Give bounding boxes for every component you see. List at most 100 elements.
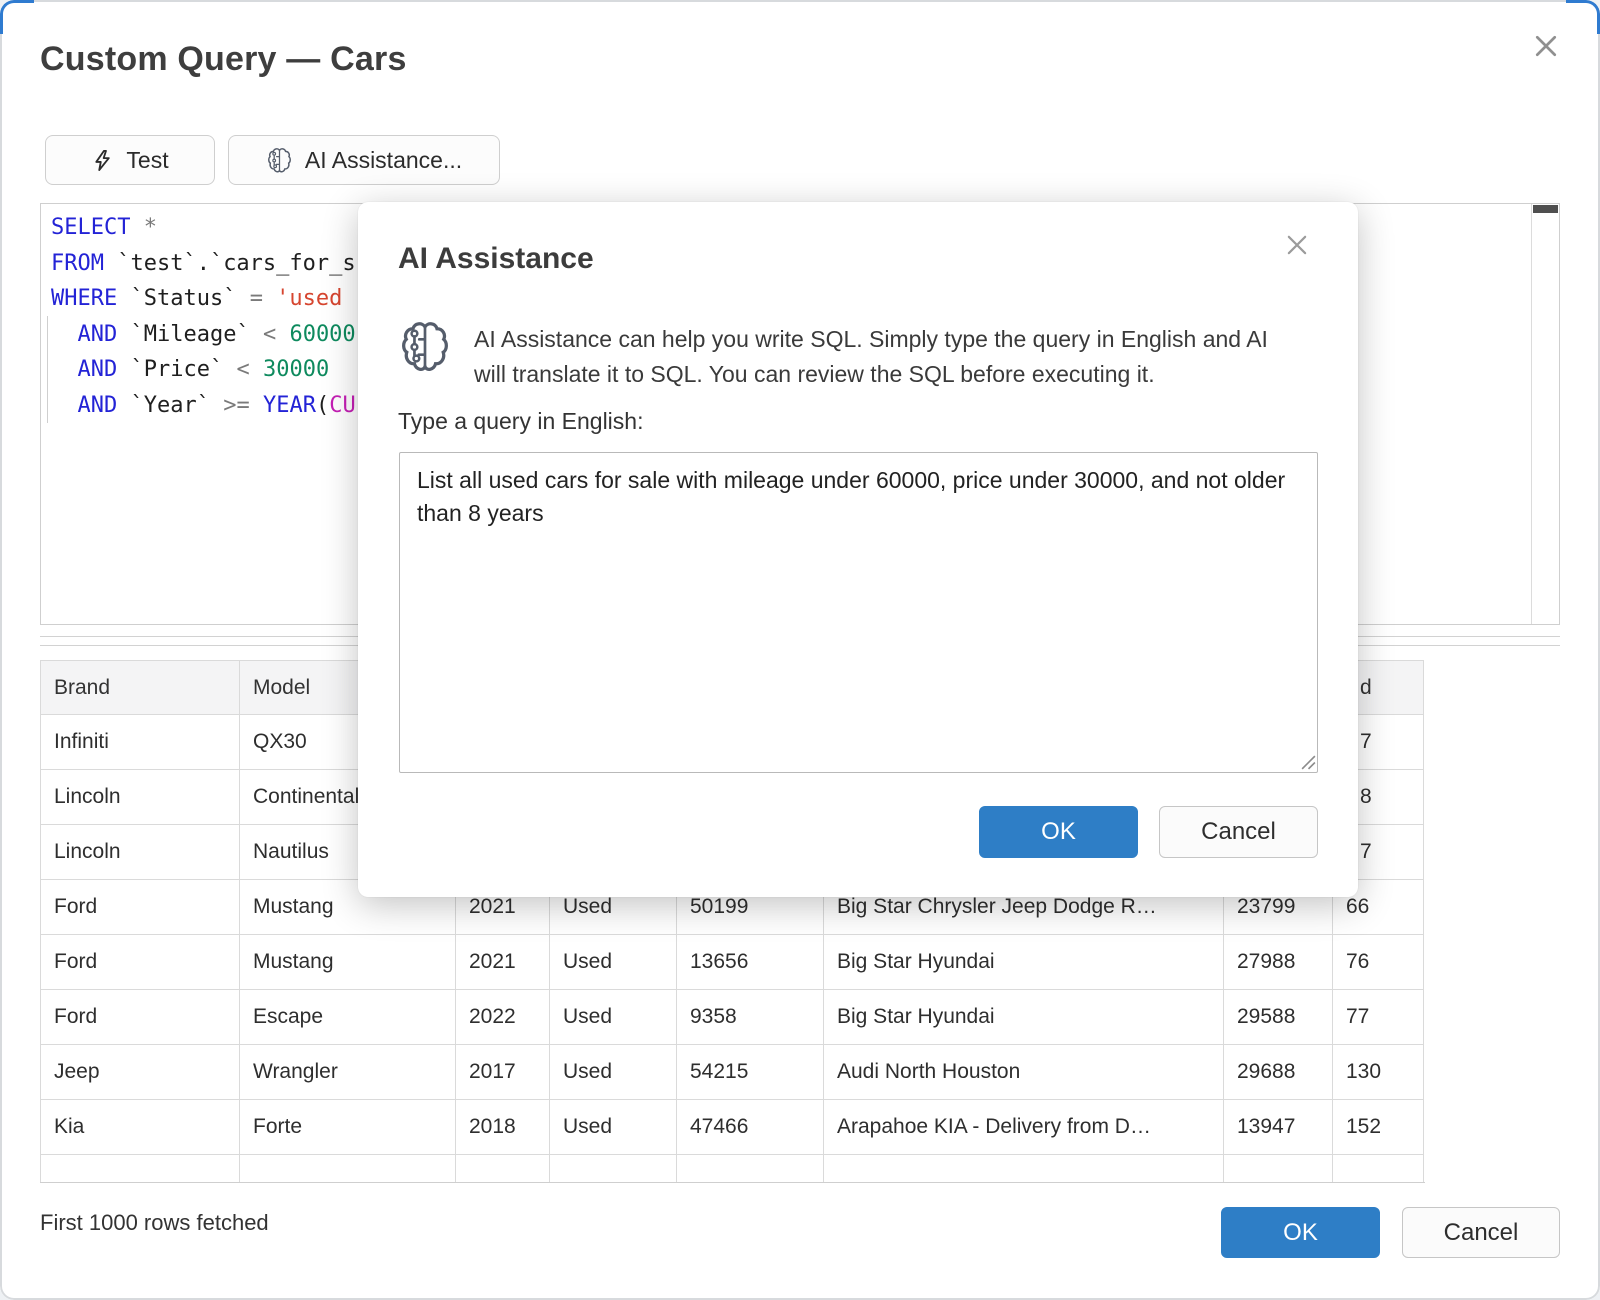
sql-token: FROM [51, 251, 104, 276]
table-cell: Escape [240, 990, 456, 1045]
sql-token: YEAR [250, 393, 316, 418]
table-cell: 9358 [677, 990, 824, 1045]
sql-line: AND `Mileage` < 60000 [51, 317, 356, 353]
brain-icon [402, 320, 448, 374]
dialog-cancel-button[interactable]: Cancel [1402, 1207, 1560, 1258]
dialog-close-button[interactable] [1532, 32, 1560, 60]
table-cell: 152 [1333, 1100, 1424, 1155]
table-cell: 77 [1333, 990, 1424, 1045]
table-cell [41, 1155, 240, 1184]
editor-scrollbar[interactable] [1531, 204, 1559, 624]
ai-assistance-button[interactable]: AI Assistance... [228, 135, 500, 185]
sql-token: 60000 [276, 322, 355, 347]
page-title: Custom Query — Cars [40, 40, 407, 79]
sql-token [51, 393, 78, 418]
table-row: FordEscape2022Used9358Big Star Hyundai29… [41, 990, 1424, 1045]
table-cell: Forte [240, 1100, 456, 1155]
brain-icon [266, 147, 293, 174]
table-row: FordMustang2021Used13656Big Star Hyundai… [41, 935, 1424, 990]
column-header[interactable]: Brand [41, 661, 240, 715]
modal-description-row: AI Assistance can help you write SQL. Si… [402, 320, 1306, 392]
table-row [41, 1155, 1424, 1184]
sql-token: < [236, 357, 249, 382]
ai-assistance-button-label: AI Assistance... [305, 147, 462, 174]
modal-ok-button[interactable]: OK [979, 806, 1138, 858]
table-cell [1224, 1155, 1333, 1184]
sql-token: `Status` [117, 286, 249, 311]
custom-query-dialog: Custom Query — Cars Test AI Assistance..… [0, 0, 1600, 1300]
sql-token: 30000 [250, 357, 329, 382]
status-text: First 1000 rows fetched [40, 1210, 269, 1236]
dialog-corner-accent-left [0, 0, 34, 34]
dialog-ok-button[interactable]: OK [1221, 1207, 1380, 1258]
dialog-corner-accent-right [1566, 0, 1600, 34]
table-cell: Used [550, 1100, 677, 1155]
modal-cancel-button[interactable]: Cancel [1159, 806, 1318, 858]
table-row: KiaForte2018Used47466Arapahoe KIA - Deli… [41, 1100, 1424, 1155]
sql-line: AND `Year` >= YEAR(CU [51, 388, 356, 424]
table-cell [824, 1155, 1224, 1184]
table-cell: 47466 [677, 1100, 824, 1155]
sql-token: SELECT [51, 215, 130, 240]
table-row: JeepWrangler2017Used54215Audi North Hous… [41, 1045, 1424, 1100]
table-cell: Jeep [41, 1045, 240, 1100]
table-cell [677, 1155, 824, 1184]
table-cell: Ford [41, 935, 240, 990]
sql-line: SELECT * [51, 210, 356, 246]
table-cell: Big Star Hyundai [824, 935, 1224, 990]
close-icon [1284, 232, 1310, 258]
table-cell: 13656 [677, 935, 824, 990]
query-input-label: Type a query in English: [398, 408, 643, 435]
indent-guide [47, 316, 48, 423]
table-cell [1333, 1155, 1424, 1184]
sql-token [51, 322, 78, 347]
table-cell: Ford [41, 990, 240, 1045]
table-cell: Ford [41, 880, 240, 935]
test-button-label: Test [126, 147, 168, 174]
query-input[interactable] [399, 452, 1318, 773]
modal-description: AI Assistance can help you write SQL. Si… [474, 322, 1306, 392]
table-cell: 2018 [456, 1100, 550, 1155]
sql-token: < [263, 322, 276, 347]
scrollbar-thumb[interactable] [1533, 205, 1558, 213]
table-cell: Audi North Houston [824, 1045, 1224, 1100]
modal-title: AI Assistance [398, 242, 594, 276]
table-cell: Used [550, 990, 677, 1045]
sql-token: AND [78, 357, 118, 382]
table-cell [550, 1155, 677, 1184]
table-cell: 27988 [1224, 935, 1333, 990]
table-cell [456, 1155, 550, 1184]
table-cell: Big Star Hyundai [824, 990, 1224, 1045]
table-cell: 2017 [456, 1045, 550, 1100]
sql-code: SELECT *FROM `test`.`cars_for_sWHERE `St… [51, 210, 356, 423]
sql-token: CU [329, 393, 356, 418]
sql-line: FROM `test`.`cars_for_s [51, 246, 356, 282]
table-cell: 54215 [677, 1045, 824, 1100]
sql-token: ( [316, 393, 329, 418]
sql-token: >= [223, 393, 250, 418]
table-cell: Kia [41, 1100, 240, 1155]
table-cell: 29588 [1224, 990, 1333, 1045]
sql-token: `Mileage` [117, 322, 263, 347]
sql-token: * [130, 215, 157, 240]
sql-token: AND [78, 322, 118, 347]
sql-token: `Year` [117, 393, 223, 418]
table-cell: Lincoln [41, 825, 240, 880]
modal-close-button[interactable] [1284, 232, 1310, 258]
table-cell: Used [550, 1045, 677, 1100]
table-cell: 29688 [1224, 1045, 1333, 1100]
sql-token: `test`.`cars_for_s [104, 251, 356, 276]
sql-token: `Price` [117, 357, 236, 382]
table-cell: Wrangler [240, 1045, 456, 1100]
table-cell [240, 1155, 456, 1184]
table-cell: 2022 [456, 990, 550, 1045]
table-cell: Infiniti [41, 715, 240, 770]
sql-token [51, 357, 78, 382]
sql-token: WHERE [51, 286, 117, 311]
table-cell: Arapahoe KIA - Delivery from D… [824, 1100, 1224, 1155]
table-cell: 130 [1333, 1045, 1424, 1100]
test-button[interactable]: Test [45, 135, 215, 185]
lightning-icon [91, 149, 114, 172]
sql-token: 'used [263, 286, 342, 311]
sql-line: AND `Price` < 30000 [51, 352, 356, 388]
